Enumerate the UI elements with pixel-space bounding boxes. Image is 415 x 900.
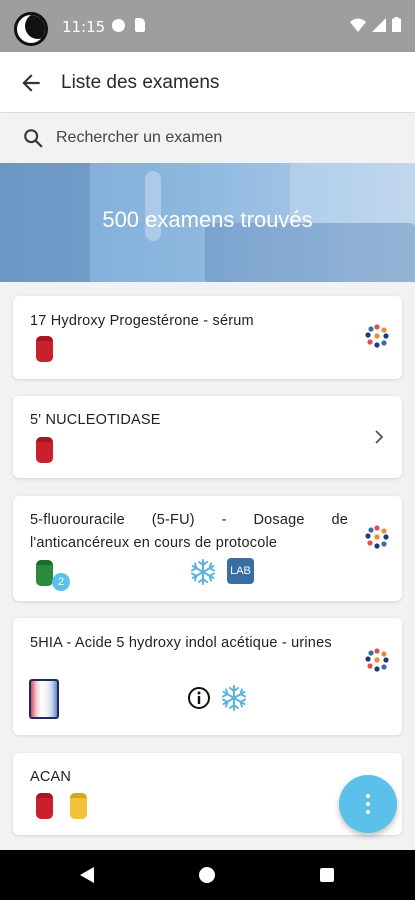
snowflake-icon — [191, 559, 215, 585]
exam-title: 5' NUCLEOTIDASE — [30, 412, 161, 428]
notification-icon — [112, 19, 125, 32]
signal-icon — [372, 17, 386, 32]
green-tube-icon — [36, 560, 53, 586]
lab-badge: LAB — [227, 558, 254, 584]
chevron-right-icon[interactable] — [372, 430, 386, 444]
exam-title: ACAN — [30, 769, 72, 785]
urine-cup-icon — [29, 679, 59, 719]
tube-count-badge: 2 — [52, 573, 70, 591]
page-title: Liste des examens — [61, 72, 220, 93]
search-bar — [0, 113, 415, 163]
more-options-button[interactable] — [339, 775, 397, 833]
red-tube-icon — [36, 336, 53, 362]
more-vertical-icon — [366, 794, 370, 814]
status-bar: 11:15 — [0, 0, 415, 52]
nav-back-icon[interactable] — [80, 867, 94, 883]
exam-card[interactable]: 5' NUCLEOTIDASE — [13, 396, 402, 478]
results-count: 500 examens trouvés — [102, 207, 313, 232]
red-tube-icon — [36, 793, 53, 819]
search-icon[interactable] — [22, 127, 44, 149]
red-tube-icon — [36, 437, 53, 463]
exam-title: 5-fluorouracile (5-FU) - Dosage de l'ant… — [30, 512, 348, 551]
results-banner: 500 examens trouvés — [0, 163, 415, 282]
back-arrow-icon[interactable] — [18, 70, 44, 96]
lab-logo-icon[interactable] — [364, 323, 390, 349]
exam-card[interactable]: 17 Hydroxy Progestérone - sérum — [13, 296, 402, 379]
snowflake-icon — [222, 685, 246, 711]
lab-logo-icon[interactable] — [364, 524, 390, 550]
lab-logo-icon[interactable] — [364, 647, 390, 673]
yellow-tube-icon — [70, 793, 87, 819]
app-avatar-icon — [14, 12, 48, 46]
wifi-icon — [350, 18, 366, 32]
exam-title: 5HIA - Acide 5 hydroxy indol acétique - … — [30, 635, 332, 651]
battery-icon — [392, 17, 401, 32]
status-time: 11:15 — [62, 18, 106, 36]
exam-card[interactable]: 5-fluorouracile (5-FU) - Dosage de l'ant… — [13, 496, 402, 601]
app-bar: Liste des examens — [0, 52, 415, 112]
nav-home-icon[interactable] — [199, 867, 215, 883]
exam-card[interactable]: 5HIA - Acide 5 hydroxy indol acétique - … — [13, 618, 402, 735]
system-nav-bar — [0, 850, 415, 900]
search-input[interactable] — [56, 127, 386, 149]
nav-recents-icon[interactable] — [320, 868, 334, 882]
info-icon[interactable] — [187, 686, 211, 710]
sd-card-icon — [135, 18, 145, 32]
exam-title: 17 Hydroxy Progestérone - sérum — [30, 313, 254, 329]
status-indicators — [350, 17, 401, 32]
